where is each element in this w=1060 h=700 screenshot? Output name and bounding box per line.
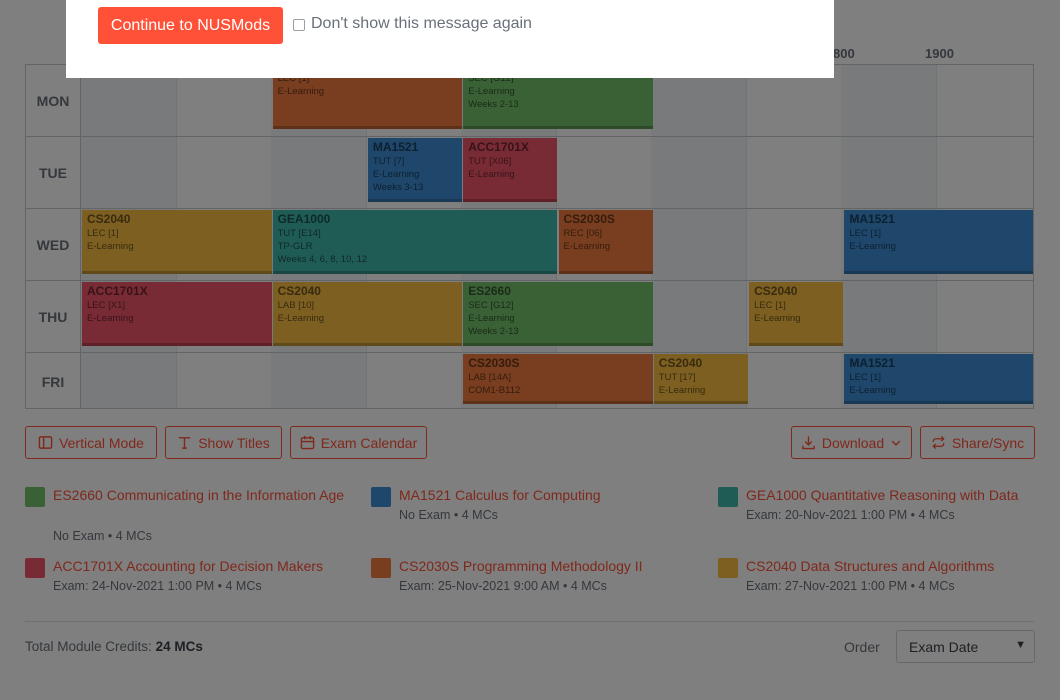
modal-backdrop[interactable] [0, 0, 1060, 700]
notice-modal: Continue to NUSMods Don't show this mess… [66, 0, 834, 78]
page: 800 1900 MON TUE WED THU FRI CS2030SLEC … [0, 0, 1060, 700]
dont-show-label[interactable]: Don't show this message again [311, 15, 532, 33]
continue-button[interactable]: Continue to NUSMods [98, 7, 283, 44]
dont-show-checkbox[interactable] [293, 19, 305, 31]
